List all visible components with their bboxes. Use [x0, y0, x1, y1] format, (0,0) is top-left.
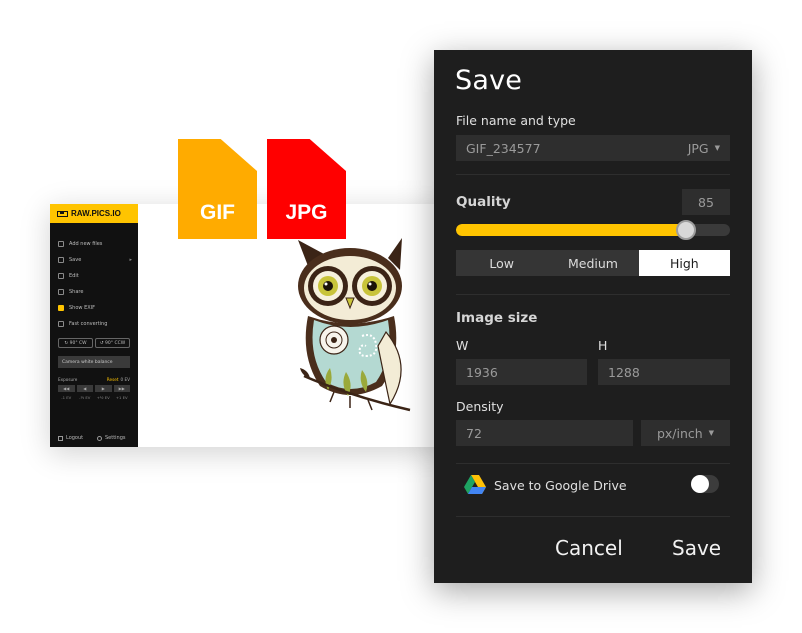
settings-button[interactable]: Settings — [97, 435, 126, 441]
file-type-select[interactable]: JPG ▼ — [688, 141, 730, 156]
exposure-plus-1-button[interactable]: ▶▶ — [113, 385, 130, 392]
gif-badge-label: GIF — [200, 201, 235, 224]
settings-label: Settings — [105, 435, 126, 441]
film-icon — [57, 210, 68, 217]
save-dialog: Save File name and type GIF_234577 JPG ▼… — [434, 50, 752, 583]
quality-option-low[interactable]: Low — [456, 250, 547, 276]
exposure-buttons: ◀◀ ◀ ▶ ▶▶ — [58, 385, 130, 392]
checkbox-checked-icon — [58, 305, 64, 311]
quality-option-high[interactable]: High — [638, 250, 730, 276]
density-unit-value: px/inch — [656, 425, 703, 441]
file-name-field[interactable]: GIF_234577 JPG ▼ — [456, 135, 730, 161]
menu-label: Save — [69, 257, 82, 263]
menu-label: Add new files — [69, 241, 103, 247]
toggle-knob — [691, 475, 709, 493]
file-section-label: File name and type — [456, 113, 576, 128]
menu-item-show-exif[interactable]: Show EXIF — [58, 305, 132, 311]
dialog-title: Save — [455, 65, 523, 96]
exposure-step-label: +½ EV — [96, 395, 110, 400]
exposure-step-label: -1 EV — [61, 395, 72, 400]
exposure-header: Exposure Reset 0 EV — [58, 377, 130, 382]
exposure-label: Exposure — [58, 377, 78, 382]
image-size-label: Image size — [456, 310, 538, 326]
width-label: W — [456, 338, 469, 353]
width-value: 1936 — [466, 364, 498, 380]
rotate-cw-label: 90° CW — [69, 340, 87, 346]
exposure-reset-link[interactable]: Reset — [107, 377, 119, 382]
density-input[interactable]: 72 — [456, 420, 633, 446]
google-drive-icon — [464, 475, 486, 494]
exposure-minus-half-button[interactable]: ◀ — [76, 385, 93, 392]
logout-icon — [58, 435, 63, 441]
rotate-cw-button[interactable]: ↻ 90° CW — [58, 338, 93, 348]
checkbox-icon — [58, 321, 64, 327]
cancel-button[interactable]: Cancel — [555, 536, 623, 560]
file-name-value: GIF_234577 — [466, 140, 541, 156]
density-value: 72 — [466, 425, 482, 441]
menu-label: Show EXIF — [69, 305, 96, 311]
density-unit-select[interactable]: px/inch ▼ — [641, 420, 730, 446]
jpg-badge-label: JPG — [285, 201, 328, 224]
app-sidebar: RAW.PICS.IO Add new files Save ▸ Edit Sh… — [50, 204, 138, 447]
chevron-right-icon: ▸ — [129, 257, 132, 263]
chevron-down-icon: ▼ — [714, 144, 720, 152]
camera-white-balance-button[interactable]: Camera white balance — [58, 356, 130, 368]
quality-slider-fill — [456, 224, 686, 236]
logout-label: Logout — [66, 435, 84, 441]
logout-button[interactable]: Logout — [58, 435, 83, 441]
menu-item-save[interactable]: Save ▸ — [58, 257, 132, 263]
menu-label: Share — [69, 289, 84, 295]
rotate-ccw-button[interactable]: ↺ 90° CCW — [95, 338, 130, 348]
quality-value: 85 — [698, 194, 714, 210]
quality-option-medium[interactable]: Medium — [547, 250, 638, 276]
menu-item-edit[interactable]: Edit — [58, 273, 132, 279]
quality-label: Quality — [456, 194, 511, 210]
exposure-step-label: +1 EV — [115, 395, 128, 400]
menu-item-add-files[interactable]: Add new files — [58, 241, 132, 247]
rotate-ccw-label: 90° CCW — [105, 340, 126, 346]
gear-icon — [97, 435, 102, 441]
gif-file-icon: GIF — [178, 139, 257, 239]
height-label: H — [598, 338, 608, 353]
pencil-icon — [58, 273, 64, 279]
height-value: 1288 — [608, 364, 640, 380]
height-input[interactable]: 1288 — [598, 359, 730, 385]
exposure-plus-half-button[interactable]: ▶ — [95, 385, 112, 392]
google-drive-label: Save to Google Drive — [494, 478, 627, 493]
owl-illustration — [298, 238, 411, 412]
add-files-icon — [58, 241, 64, 247]
exposure-values: -1 EV -½ EV +½ EV +1 EV — [58, 395, 130, 400]
google-drive-toggle[interactable] — [691, 475, 719, 493]
exposure-step-label: -½ EV — [79, 395, 91, 400]
share-icon — [58, 289, 64, 295]
chevron-down-icon: ▼ — [708, 429, 715, 437]
menu-item-share[interactable]: Share — [58, 289, 132, 295]
file-type-value: JPG — [687, 140, 709, 156]
brand-logo: RAW.PICS.IO — [50, 204, 138, 223]
divider — [456, 174, 730, 175]
exposure-value: 0 EV — [120, 377, 130, 382]
divider — [456, 463, 730, 464]
exposure-minus-1-button[interactable]: ◀◀ — [58, 385, 75, 392]
jpg-file-icon: JPG — [267, 139, 346, 239]
density-label: Density — [456, 399, 504, 414]
brand-name: RAW.PICS.IO — [71, 209, 121, 218]
download-icon — [58, 257, 64, 263]
quality-preset-selector: Low Medium High — [456, 250, 730, 276]
menu-label: Edit — [69, 273, 79, 279]
divider — [456, 294, 730, 295]
quality-slider-thumb[interactable] — [676, 220, 696, 240]
save-button[interactable]: Save — [672, 536, 721, 560]
width-input[interactable]: 1936 — [456, 359, 587, 385]
menu-item-fast-converting[interactable]: Fast converting — [58, 321, 132, 327]
divider — [456, 516, 730, 517]
quality-value-input[interactable]: 85 — [682, 189, 730, 215]
menu-label: Fast converting — [69, 321, 108, 327]
